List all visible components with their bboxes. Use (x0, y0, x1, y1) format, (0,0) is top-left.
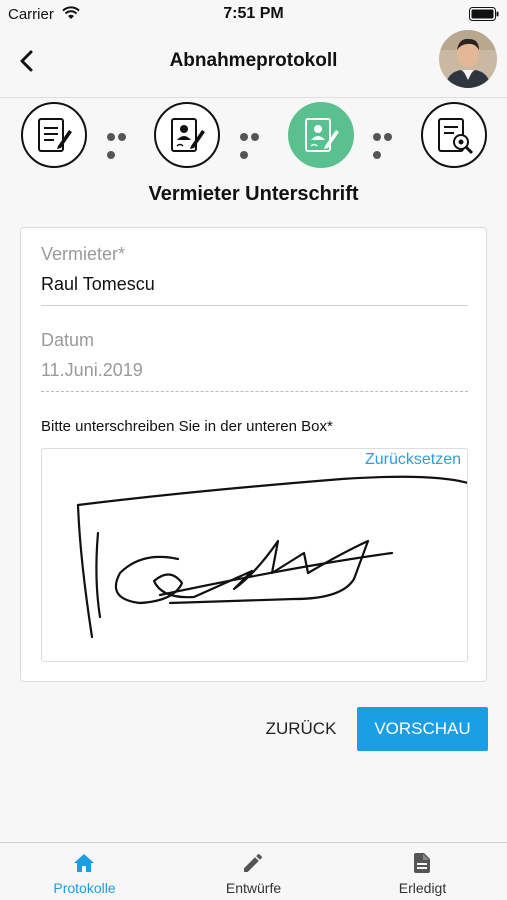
user-avatar[interactable] (439, 30, 497, 88)
document-icon (414, 853, 430, 873)
step-separator (240, 128, 272, 159)
document-edit-icon (38, 118, 72, 152)
step-landlord-sign[interactable] (288, 102, 354, 168)
landlord-input-underline (41, 305, 468, 306)
avatar-photo (439, 30, 497, 88)
signature-form-card: Vermieter* Raul Tomescu Datum 11.Juni.20… (20, 227, 487, 682)
tab-entwuerfe[interactable]: Entwürfe (169, 843, 338, 900)
home-icon (74, 854, 94, 872)
step-separator (373, 128, 405, 159)
landlord-input[interactable]: Raul Tomescu (41, 274, 155, 295)
signature-pad[interactable]: Zurücksetzen (41, 448, 468, 662)
preview-button[interactable]: VORSCHAU (357, 707, 488, 751)
step-document-preview[interactable] (421, 102, 487, 168)
tab-protokolle[interactable]: Protokolle (0, 843, 169, 900)
pencil-icon (244, 854, 262, 872)
tab-label: Entwürfe (225, 880, 282, 896)
date-field: 11.Juni.2019 (41, 360, 143, 380)
date-field-underline (41, 391, 468, 392)
landlord-label: Vermieter* (41, 244, 126, 264)
tenant-sign-icon (171, 118, 205, 152)
step-separator (107, 128, 139, 159)
page-title: Abnahmeprotokoll (169, 50, 338, 71)
section-title: Vermieter Unterschrift (148, 183, 359, 205)
tab-bar: Protokolle Entwürfe Erledigt (0, 842, 507, 900)
signature-caption: Bitte unterschreiben Sie in der unteren … (41, 418, 333, 435)
document-preview-icon (438, 118, 474, 155)
reset-signature-link[interactable]: Zurücksetzen (365, 451, 461, 469)
landlord-sign-icon (305, 118, 339, 152)
tab-label: Erledigt (398, 880, 447, 896)
step-indicator (0, 100, 507, 172)
navigation-bar: Abnahmeprotokoll (0, 28, 507, 98)
tab-label: Protokolle (53, 880, 116, 896)
step-tenant-sign[interactable] (154, 102, 220, 168)
status-bar: Carrier 7:51 PM (0, 0, 507, 28)
step-document-edit[interactable] (21, 102, 87, 168)
battery-icon (469, 7, 499, 21)
tab-erledigt[interactable]: Erledigt (338, 843, 507, 900)
signature-drawing (76, 475, 467, 639)
date-label: Datum (41, 330, 95, 350)
back-button[interactable]: ZURÜCK (258, 708, 344, 750)
clock: 7:51 PM (223, 5, 284, 22)
